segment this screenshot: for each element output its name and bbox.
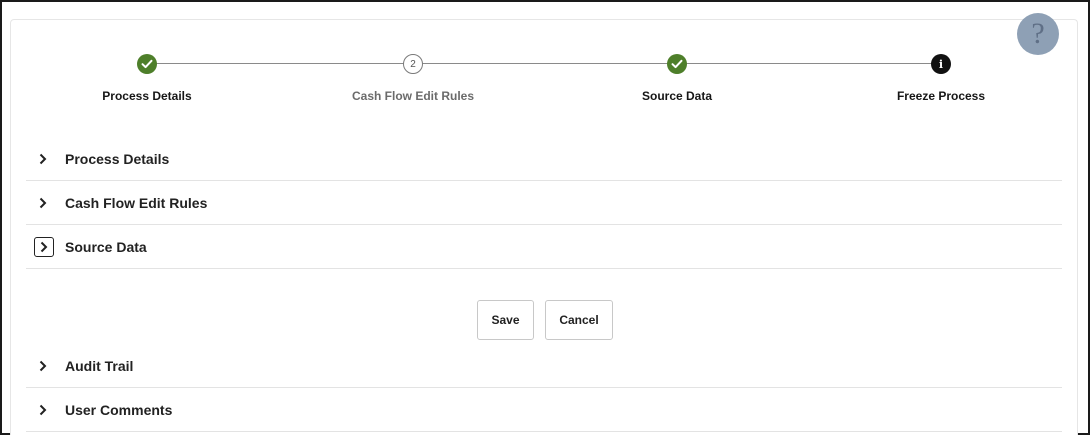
- check-icon: [137, 54, 157, 74]
- chevron-right-icon: [34, 150, 52, 168]
- section-title: Source Data: [65, 238, 147, 255]
- step-number-icon: 2: [403, 54, 423, 74]
- step-source-data[interactable]: Source Data: [597, 54, 757, 103]
- step-label: Source Data: [641, 89, 713, 103]
- process-train: Process Details 2 Cash Flow Edit Rules S…: [0, 0, 1090, 120]
- step-freeze-process[interactable]: i Freeze Process: [861, 54, 1021, 103]
- section-cash-flow-edit-rules[interactable]: Cash Flow Edit Rules: [26, 181, 1062, 225]
- step-label: Freeze Process: [896, 89, 986, 103]
- chevron-right-icon: [34, 357, 52, 375]
- section-audit-trail[interactable]: Audit Trail: [26, 344, 1062, 388]
- chevron-right-icon: [34, 401, 52, 419]
- step-cash-flow-edit-rules[interactable]: 2 Cash Flow Edit Rules: [333, 54, 493, 103]
- save-button[interactable]: Save: [477, 300, 534, 340]
- section-title: User Comments: [65, 401, 173, 418]
- check-icon: [667, 54, 687, 74]
- cancel-button[interactable]: Cancel: [545, 300, 613, 340]
- section-source-data[interactable]: Source Data: [26, 225, 1062, 269]
- info-icon: i: [931, 54, 951, 74]
- section-user-comments[interactable]: User Comments: [26, 388, 1062, 432]
- step-label: Process Details: [102, 89, 192, 103]
- section-title: Audit Trail: [65, 357, 134, 374]
- section-process-details[interactable]: Process Details: [26, 137, 1062, 181]
- chevron-right-icon: [34, 194, 52, 212]
- section-title: Process Details: [65, 150, 170, 167]
- step-label: Cash Flow Edit Rules: [351, 89, 474, 103]
- chevron-right-icon: [34, 236, 54, 257]
- step-process-details[interactable]: Process Details: [67, 54, 227, 103]
- train-connector: [147, 63, 932, 64]
- section-title: Cash Flow Edit Rules: [65, 194, 208, 211]
